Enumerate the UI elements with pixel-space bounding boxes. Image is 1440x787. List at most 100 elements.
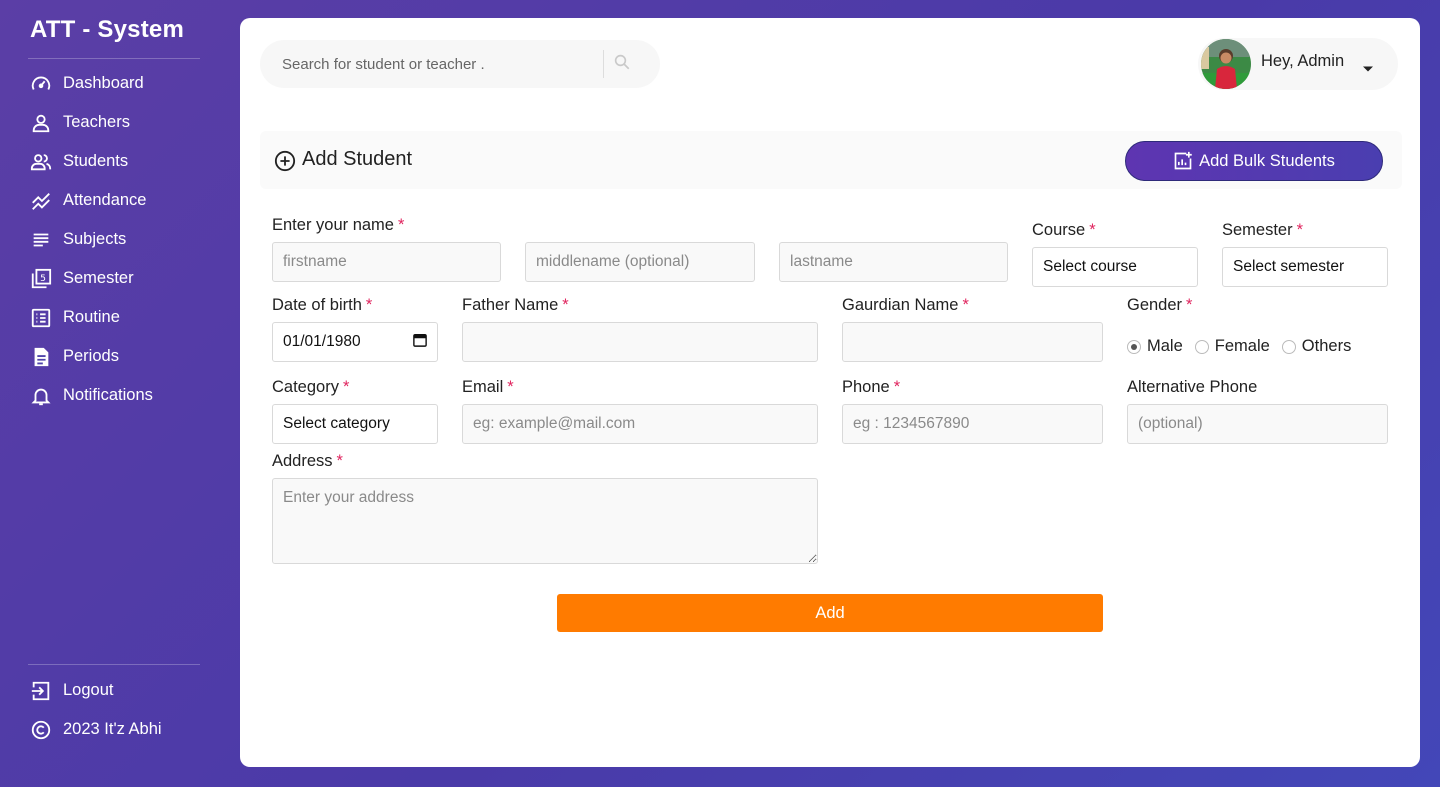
people-icon xyxy=(30,151,52,173)
category-select[interactable]: Select category xyxy=(272,404,438,444)
semester-label: Semester * xyxy=(1222,221,1303,240)
sidebar-item-teachers[interactable]: Teachers xyxy=(30,103,153,142)
search-bar xyxy=(260,40,660,88)
sidebar-item-label: Notifications xyxy=(63,386,153,404)
required-mark: * xyxy=(342,378,350,396)
page-title: Add Student xyxy=(302,148,413,170)
semester-label-text: Semester xyxy=(1222,221,1293,239)
required-mark: * xyxy=(1089,221,1096,239)
sidebar-item-semester[interactable]: 5 Semester xyxy=(30,259,153,298)
sidebar-item-notifications[interactable]: Notifications xyxy=(30,376,153,415)
address-label: Address * xyxy=(272,452,343,471)
category-label-text: Category xyxy=(272,378,339,396)
dob-field[interactable]: 01/01/1980 xyxy=(272,322,438,362)
sidebar-item-dashboard[interactable]: Dashboard xyxy=(30,64,153,103)
add-bulk-students-label: Add Bulk Students xyxy=(1199,151,1335,170)
trend-chart-icon xyxy=(30,190,52,212)
gender-label: Gender * xyxy=(1127,296,1192,315)
logout-icon xyxy=(30,680,52,702)
sidebar-item-label: Routine xyxy=(63,308,120,326)
gender-label-text: Gender xyxy=(1127,296,1183,314)
gender-option-male[interactable]: Male xyxy=(1127,337,1183,356)
app-brand: ATT - System xyxy=(30,16,184,43)
category-label: Category * xyxy=(272,378,349,397)
document-icon xyxy=(30,346,52,368)
semester-select[interactable]: Select semester xyxy=(1222,247,1388,287)
sidebar-item-attendance[interactable]: Attendance xyxy=(30,181,153,220)
father-label: Father Name * xyxy=(462,296,569,315)
dob-label-text: Date of birth xyxy=(272,296,362,314)
phone-label-text: Phone xyxy=(842,378,890,396)
sidebar-item-students[interactable]: Students xyxy=(30,142,153,181)
profile-menu[interactable]: Hey, Admin xyxy=(1198,38,1398,90)
gender-radio-group: Male Female Others xyxy=(1127,337,1363,356)
calendar-icon xyxy=(413,333,427,352)
gender-option-female[interactable]: Female xyxy=(1194,337,1270,356)
alt-phone-field[interactable] xyxy=(1127,404,1388,444)
address-field[interactable] xyxy=(272,478,818,564)
required-mark: * xyxy=(336,452,343,470)
radio-label: Female xyxy=(1214,337,1270,355)
main-panel: Hey, Admin Add Student Add Bulk Students… xyxy=(240,18,1420,767)
name-label-text: Enter your name xyxy=(272,216,394,234)
page-header: Add Student Add Bulk Students xyxy=(260,131,1402,189)
copyright-label: 2023 It'z Abhi xyxy=(63,720,162,738)
father-name-field[interactable] xyxy=(462,322,818,362)
sidebar: ATT - System Dashboard Teachers Students… xyxy=(0,0,228,787)
bell-icon xyxy=(30,385,52,407)
sidebar-item-label: Teachers xyxy=(63,113,130,131)
chevron-down-icon xyxy=(1362,60,1374,78)
add-button[interactable]: Add xyxy=(557,594,1103,632)
sidebar-item-label: Semester xyxy=(63,269,134,287)
required-mark: * xyxy=(893,378,901,396)
svg-text:5: 5 xyxy=(40,272,46,283)
person-icon xyxy=(30,112,52,134)
guardian-name-field[interactable] xyxy=(842,322,1103,362)
required-mark: * xyxy=(507,378,514,396)
radio-button[interactable] xyxy=(1281,339,1296,354)
radio-button[interactable] xyxy=(1194,339,1209,354)
checklist-icon xyxy=(30,307,52,329)
firstname-field[interactable] xyxy=(272,242,501,282)
guardian-label: Gaurdian Name * xyxy=(842,296,969,315)
add-bulk-students-button[interactable]: Add Bulk Students xyxy=(1125,141,1383,181)
dob-label: Date of birth * xyxy=(272,296,372,315)
email-label-text: Email xyxy=(462,378,504,396)
required-mark: * xyxy=(365,296,373,314)
sidebar-item-subjects[interactable]: Subjects xyxy=(30,220,153,259)
sidebar-item-routine[interactable]: Routine xyxy=(30,298,153,337)
address-label-text: Address xyxy=(272,452,333,470)
greeting-text: Hey, Admin xyxy=(1261,52,1345,70)
alt-phone-label: Alternative Phone xyxy=(1127,378,1258,396)
add-circle-icon xyxy=(274,150,296,177)
phone-label: Phone * xyxy=(842,378,900,397)
phone-field[interactable] xyxy=(842,404,1103,444)
logout-label: Logout xyxy=(63,681,114,699)
search-icon xyxy=(613,53,631,76)
bulk-add-icon xyxy=(1173,151,1193,171)
sidebar-item-label: Periods xyxy=(63,347,119,365)
divider xyxy=(28,58,200,59)
radio-label: Others xyxy=(1301,337,1352,355)
radio-button[interactable] xyxy=(1127,339,1141,354)
email-field[interactable] xyxy=(462,404,818,444)
divider xyxy=(603,50,604,78)
guardian-label-text: Gaurdian Name xyxy=(842,296,959,314)
gauge-icon xyxy=(30,73,52,95)
numbered-stack-icon: 5 xyxy=(30,268,52,290)
required-mark: * xyxy=(1186,296,1193,314)
course-select[interactable]: Select course xyxy=(1032,247,1198,287)
search-button[interactable] xyxy=(610,52,634,76)
sidebar-item-periods[interactable]: Periods xyxy=(30,337,153,376)
logout-button[interactable]: Logout xyxy=(30,671,162,710)
course-label-text: Course xyxy=(1032,221,1086,239)
email-label: Email * xyxy=(462,378,514,397)
search-input[interactable] xyxy=(282,52,600,76)
list-lines-icon xyxy=(30,229,52,251)
gender-option-others[interactable]: Others xyxy=(1281,337,1352,356)
avatar xyxy=(1201,39,1251,89)
required-mark: * xyxy=(962,296,969,314)
sidebar-item-label: Dashboard xyxy=(63,74,144,92)
middlename-field[interactable] xyxy=(525,242,755,282)
lastname-field[interactable] xyxy=(779,242,1008,282)
